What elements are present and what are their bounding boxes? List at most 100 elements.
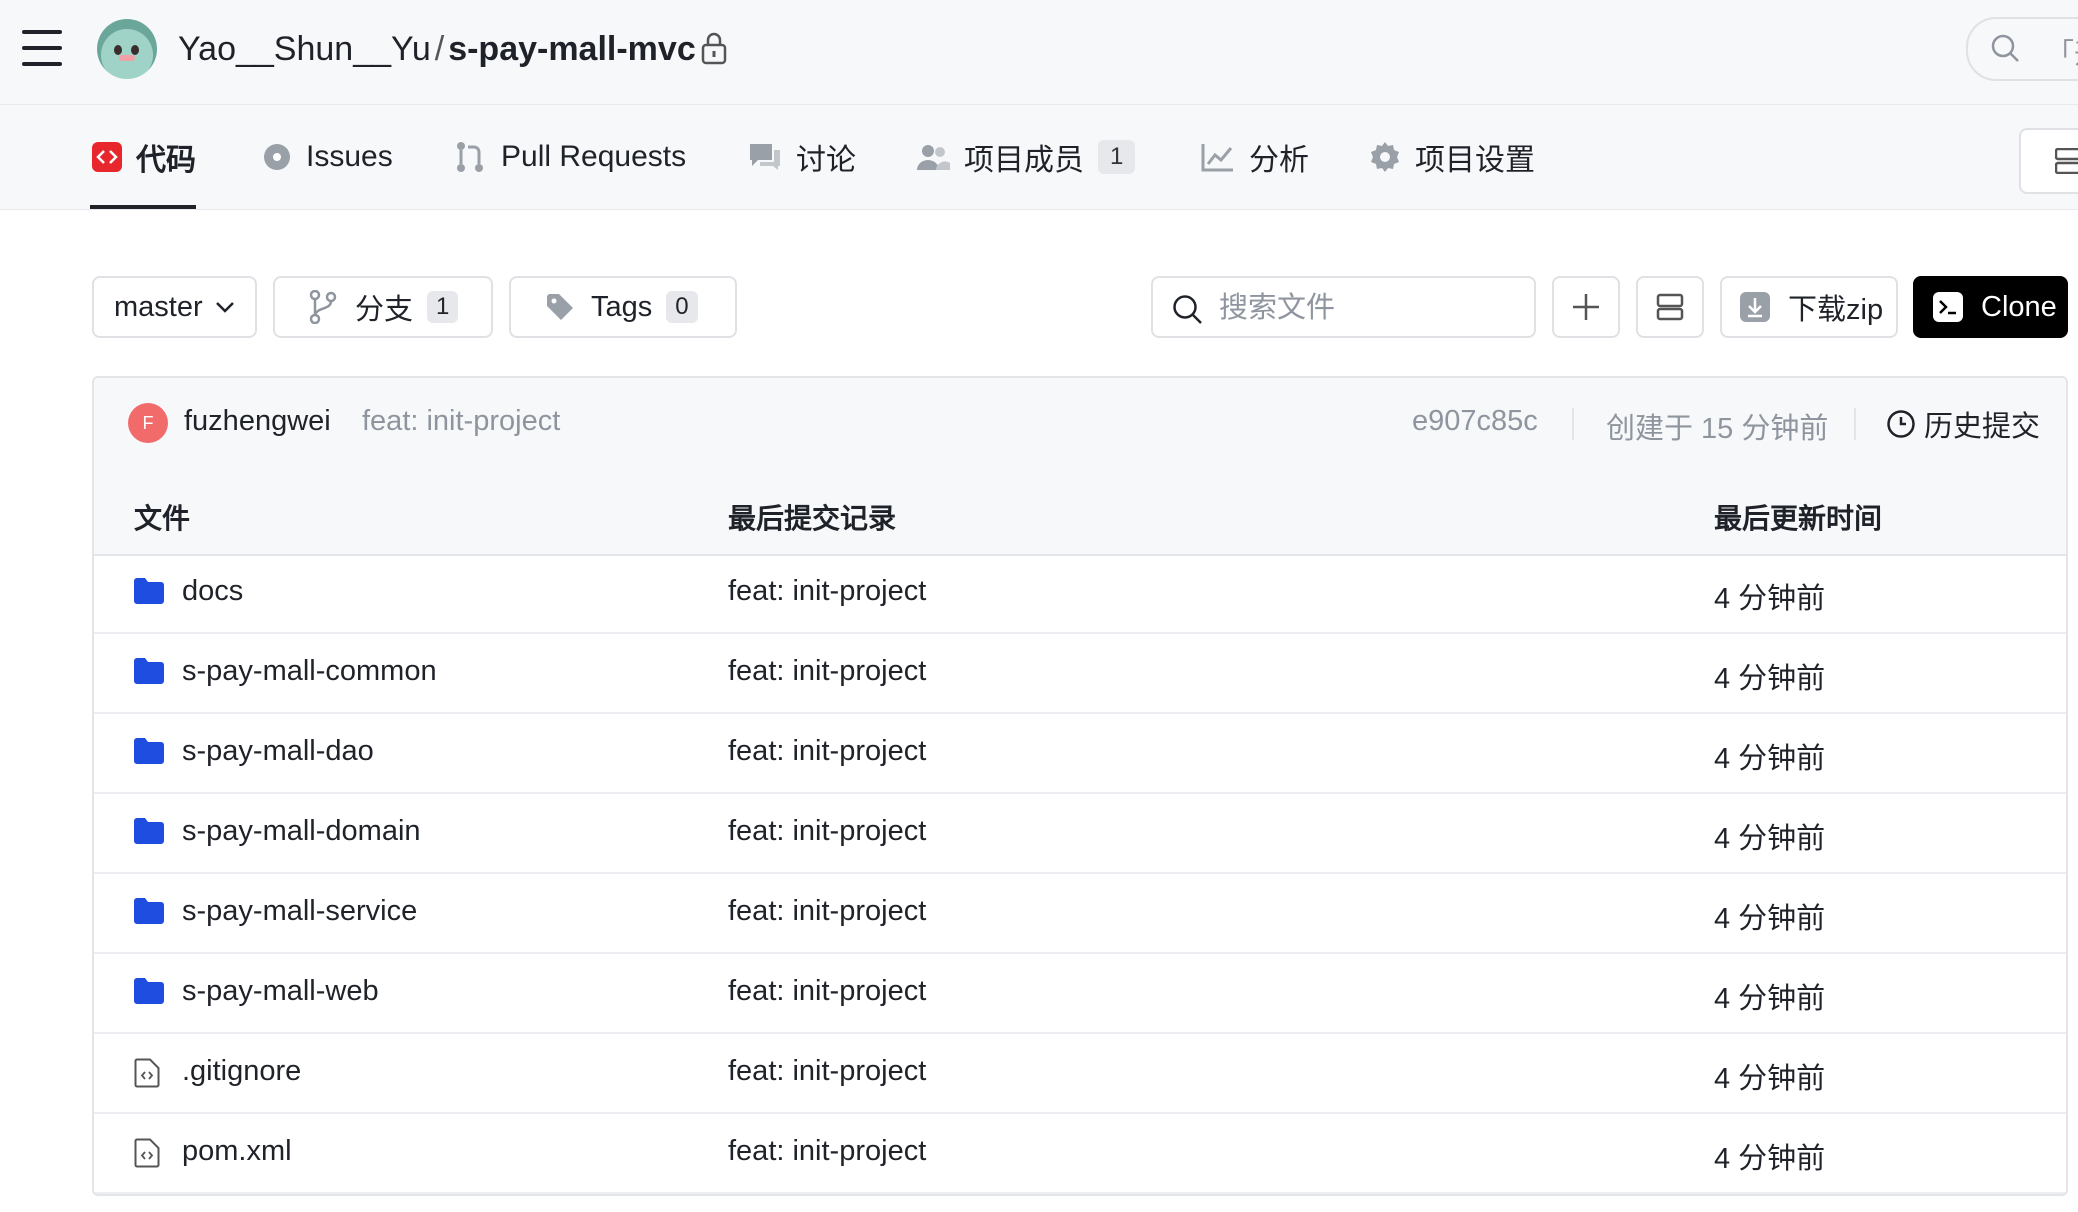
top-header: Yao__Shun__Yu/s-pay-mall-mvc 「开 — [0, 0, 2078, 105]
tags-button[interactable]: Tags 0 — [509, 276, 737, 338]
table-row[interactable]: s-pay-mall-service feat: init-project 4 分钟… — [94, 874, 2066, 954]
folder-icon — [134, 898, 164, 929]
table-row[interactable]: pom.xml feat: init-project 4 分钟前 — [94, 1114, 2066, 1194]
search-icon — [1173, 295, 1202, 324]
tab-analytics-label: 分析 — [1249, 144, 1309, 177]
download-zip-label: 下载zip — [1788, 294, 1884, 326]
branch-select[interactable]: master — [92, 276, 257, 338]
settings-icon — [1369, 141, 1401, 173]
table-row[interactable]: s-pay-mall-domain feat: init-project 4 分钟前 — [94, 794, 2066, 874]
table-header: 文件 最后提交记录 最后更新时间 — [94, 474, 2066, 556]
last-updated: 4 分钟前 — [1714, 1143, 1826, 1175]
last-commit-link[interactable]: feat: init-project — [728, 735, 926, 768]
column-header-last-commit: 最后提交记录 — [728, 503, 897, 534]
file-name-link[interactable]: .gitignore — [182, 1055, 301, 1088]
latest-commit-bar: F fuzhengwei feat: init-project e907c85c… — [94, 378, 2066, 476]
tab-pull-requests[interactable]: Pull Requests — [453, 105, 686, 209]
file-name-link[interactable]: pom.xml — [182, 1135, 292, 1168]
folder-icon — [134, 578, 164, 609]
branches-button[interactable]: 分支 1 — [273, 276, 493, 338]
tab-analytics[interactable]: 分析 — [1201, 105, 1309, 209]
tab-discussion-label: 讨论 — [796, 144, 856, 177]
members-icon — [916, 142, 950, 172]
table-row[interactable]: docs feat: init-project 4 分钟前 — [94, 554, 2066, 634]
history-commits-label: 历史提交 — [1924, 411, 2041, 443]
repo-owner-link[interactable]: Yao__Shun__Yu — [178, 30, 431, 68]
last-updated: 4 分钟前 — [1714, 663, 1826, 695]
commit-author[interactable]: fuzhengwei — [184, 405, 331, 438]
last-updated: 4 分钟前 — [1714, 903, 1826, 935]
terminal-icon — [1933, 292, 1963, 322]
tab-issues[interactable]: Issues — [262, 105, 393, 209]
download-zip-button[interactable]: 下载zip — [1720, 276, 1898, 338]
breadcrumb: Yao__Shun__Yu / s-pay-mall-mvc — [178, 27, 696, 71]
tab-issues-label: Issues — [306, 140, 393, 173]
discussion-icon — [748, 142, 782, 172]
menu-icon[interactable] — [22, 30, 62, 66]
table-row[interactable]: s-pay-mall-dao feat: init-project 4 分钟前 — [94, 714, 2066, 794]
last-updated: 4 分钟前 — [1714, 1063, 1826, 1095]
file-code-icon — [134, 1138, 160, 1173]
branch-icon — [309, 290, 337, 324]
last-commit-link[interactable]: feat: init-project — [728, 655, 926, 688]
breadcrumb-separator: / — [434, 30, 445, 68]
last-commit-link[interactable]: feat: init-project — [728, 1135, 926, 1168]
column-header-updated: 最后更新时间 — [1714, 503, 1883, 534]
clock-icon — [1887, 410, 1915, 438]
file-search-field[interactable] — [1151, 276, 1536, 338]
file-name-link[interactable]: s-pay-mall-web — [182, 975, 379, 1008]
file-search-input[interactable] — [1217, 288, 1521, 328]
file-name-link[interactable]: docs — [182, 575, 243, 608]
branches-label: 分支 — [355, 294, 414, 326]
tab-settings-label: 项目设置 — [1415, 144, 1535, 177]
tab-members-label: 项目成员 — [964, 144, 1084, 177]
repo-avatar[interactable] — [97, 19, 157, 79]
code-icon — [92, 142, 122, 172]
sidebar-toggle-button[interactable] — [2019, 128, 2078, 194]
file-name-link[interactable]: s-pay-mall-service — [182, 895, 417, 928]
last-updated: 4 分钟前 — [1714, 743, 1826, 775]
last-commit-link[interactable]: feat: init-project — [728, 895, 926, 928]
table-row[interactable]: s-pay-mall-web feat: init-project 4 分钟前 — [94, 954, 2066, 1034]
search-icon — [1991, 34, 2019, 62]
table-row[interactable]: s-pay-mall-common feat: init-project 4 分钟前 — [94, 634, 2066, 714]
avatar[interactable]: F — [128, 403, 168, 443]
folder-icon — [134, 978, 164, 1009]
commit-hash[interactable]: e907c85c — [1412, 405, 1538, 438]
last-updated: 4 分钟前 — [1714, 823, 1826, 855]
commit-time: 创建于 15 分钟前 — [1606, 413, 1829, 445]
tab-discussion[interactable]: 讨论 — [748, 105, 856, 209]
divider — [1572, 408, 1574, 440]
commit-message[interactable]: feat: init-project — [362, 405, 560, 438]
repo-name-link[interactable]: s-pay-mall-mvc — [448, 30, 696, 68]
repo-tabs: 代码 Issues Pull Requests 讨论 项目成员 1 分析 项目设… — [0, 105, 2078, 210]
column-header-file: 文件 — [134, 503, 191, 534]
tab-members[interactable]: 项目成员 1 — [916, 105, 1136, 209]
global-search-input[interactable]: 「开 — [1966, 17, 2078, 81]
tab-settings[interactable]: 项目设置 — [1369, 105, 1535, 209]
folder-icon — [134, 658, 164, 689]
chevron-down-icon — [215, 302, 234, 313]
file-name-link[interactable]: s-pay-mall-common — [182, 655, 437, 688]
file-name-link[interactable]: s-pay-mall-domain — [182, 815, 421, 848]
clone-button[interactable]: Clone — [1913, 276, 2068, 338]
global-search-placeholder: 「开 — [2046, 38, 2078, 69]
add-file-button[interactable] — [1552, 276, 1620, 338]
last-updated: 4 分钟前 — [1714, 583, 1826, 615]
table-row[interactable]: .gitignore feat: init-project 4 分钟前 — [94, 1034, 2066, 1114]
last-commit-link[interactable]: feat: init-project — [728, 975, 926, 1008]
last-commit-link[interactable]: feat: init-project — [728, 575, 926, 608]
tab-code-label: 代码 — [136, 144, 196, 177]
tab-code[interactable]: 代码 — [90, 105, 196, 209]
tab-pull-requests-label: Pull Requests — [501, 140, 687, 173]
file-name-link[interactable]: s-pay-mall-dao — [182, 735, 374, 768]
pull-request-icon — [453, 140, 487, 174]
tags-count-badge: 0 — [666, 291, 698, 323]
last-commit-link[interactable]: feat: init-project — [728, 1055, 926, 1088]
layout-toggle-button[interactable] — [1636, 276, 1704, 338]
history-commits-link[interactable]: 历史提交 — [1886, 403, 2040, 445]
plus-icon — [1573, 294, 1599, 320]
sidebar-icon — [2055, 148, 2078, 174]
last-commit-link[interactable]: feat: init-project — [728, 815, 926, 848]
download-icon — [1740, 292, 1770, 322]
